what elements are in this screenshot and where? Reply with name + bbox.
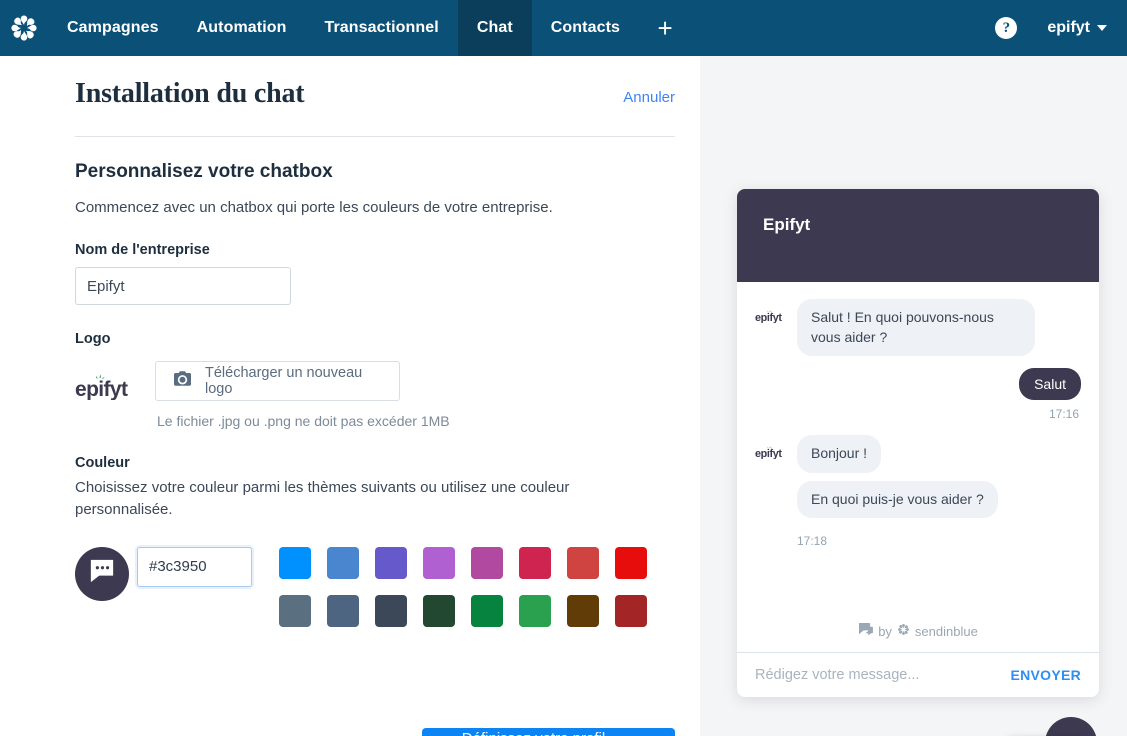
color-hex-input[interactable] [137,546,252,587]
color-label: Couleur [75,455,130,471]
chat-message-time: 17:18 [797,534,828,549]
agent-avatar: epifyt [755,435,797,464]
nav-item-label: Campagnes [67,19,159,36]
svg-text:epifyt: epifyt [755,448,782,459]
sendinblue-pinwheel-logo-icon[interactable] [0,0,48,56]
title-row: Installation du chat Annuler [75,56,675,110]
credit-by-label: by [878,623,892,639]
setup-form-panel: Installation du chat Annuler Personnalis… [75,56,675,627]
svg-text:epifyt: epifyt [75,378,128,400]
agent-bubbles: Salut ! En quoi pouvons-nous vous aider … [797,299,1035,357]
nav-items: Campagnes Automation Transactionnel Chat… [48,0,691,56]
top-navigation-bar: Campagnes Automation Transactionnel Chat… [0,0,1127,56]
nav-item-automation[interactable]: Automation [178,0,306,56]
chevron-down-icon [1097,25,1107,31]
plus-icon: + [657,12,673,43]
color-swatch[interactable] [615,546,647,579]
nav-item-label: Transactionnel [324,19,439,36]
nav-item-label: Chat [476,19,513,36]
color-swatch[interactable] [567,546,599,579]
logo-row: epifyt Télécharger un nouveau logo Le fi… [75,361,675,429]
next-step-label: Définissez votre profil opérateur [442,730,625,736]
section-subtitle: Commencez avec un chatbox qui porte les … [75,199,553,216]
chat-widget-credit: by sendinblue [737,623,1099,652]
chat-message-time: 17:16 [1048,407,1079,422]
nav-right-group: ? epifyt [995,0,1127,56]
color-swatch-grid [279,546,647,627]
chat-bubble-incoming: En quoi puis-je vous aider ? [797,480,998,519]
color-swatch[interactable] [519,594,551,627]
chat-widget-preview: Epifyt epifyt Salut ! En quoi pouvons-no… [737,189,1099,697]
chat-message-agent: epifyt Bonjour ! En quoi puis-je vous ai… [755,435,1081,548]
nav-item-transactionnel[interactable]: Transactionnel [305,0,457,56]
nav-item-contacts[interactable]: Contacts [532,0,639,56]
color-swatch[interactable] [375,546,407,579]
upload-column: Télécharger un nouveau logo Le fichier .… [155,361,450,429]
next-step-button[interactable]: Définissez votre profil opérateur [422,728,675,736]
account-name: epifyt [1047,19,1090,36]
svg-text:epifyt: epifyt [755,312,782,323]
color-swatch[interactable] [279,546,311,579]
color-swatch[interactable] [423,594,455,627]
color-swatch[interactable] [471,594,503,627]
color-swatch[interactable] [327,546,359,579]
add-new-button[interactable]: + [639,0,691,56]
company-name-input[interactable] [75,267,291,305]
logo-label: Logo [75,331,111,347]
agent-bubbles: Bonjour ! En quoi puis-je vous aider ? 1… [797,435,998,548]
chat-widget-title: Epifyt [763,215,811,234]
send-message-button[interactable]: ENVOYER [1010,667,1081,683]
color-swatch[interactable] [375,594,407,627]
chat-input-bar[interactable]: Rédigez votre message... ENVOYER [737,652,1099,697]
account-menu[interactable]: epifyt [1047,19,1107,37]
chat-widget-header: Epifyt [737,189,1099,282]
credit-brand-label: sendinblue [914,623,978,639]
wizard-footer: Définissez votre profil opérateur [75,728,675,736]
chat-bubble-incoming: Bonjour ! [797,435,882,473]
agent-avatar: epifyt [755,299,797,328]
camera-icon [174,371,191,391]
nav-item-campagnes[interactable]: Campagnes [48,0,178,56]
cancel-link[interactable]: Annuler [623,89,675,106]
page-body: Installation du chat Annuler Personnalis… [0,56,1127,736]
company-name-label: Nom de l'entreprise [75,242,210,258]
color-description: Choisissez votre couleur parmi les thème… [75,479,570,518]
color-swatch[interactable] [615,594,647,627]
chat-bubble-incoming: Salut ! En quoi pouvons-nous vous aider … [797,299,1035,357]
color-swatch[interactable] [471,546,503,579]
sendinblue-mini-logo-icon [897,623,910,639]
chat-input-placeholder[interactable]: Rédigez votre message... [755,667,1010,683]
section-title: Personnalisez votre chatbox [75,161,333,182]
divider [75,136,675,137]
color-swatch[interactable] [327,594,359,627]
color-picker-row [75,546,675,627]
chat-message-agent: epifyt Salut ! En quoi pouvons-nous vous… [755,299,1081,357]
color-swatch[interactable] [279,594,311,627]
chat-bubble-outgoing: Salut [1019,368,1081,401]
epifyt-brand-logo: epifyt [75,361,145,405]
chat-message-user: Salut 17:16 [755,368,1081,421]
chat-message-list: epifyt Salut ! En quoi pouvons-nous vous… [737,282,1099,623]
nav-item-label: Contacts [550,19,621,36]
chat-bubbles-icon [858,623,874,639]
color-swatch[interactable] [519,546,551,579]
upload-logo-button[interactable]: Télécharger un nouveau logo [155,361,400,401]
chat-avatar-preview [75,546,129,601]
nav-item-label: Automation [196,19,287,36]
chat-bubble-ellipsis-icon [88,558,116,589]
upload-hint: Le fichier .jpg ou .png ne doit pas excé… [157,413,450,429]
nav-item-chat[interactable]: Chat [457,0,532,56]
upload-logo-label: Télécharger un nouveau logo [205,365,363,397]
page-title: Installation du chat [75,78,305,109]
color-swatch[interactable] [423,546,455,579]
help-question-icon[interactable]: ? [995,17,1018,39]
color-swatch[interactable] [567,594,599,627]
